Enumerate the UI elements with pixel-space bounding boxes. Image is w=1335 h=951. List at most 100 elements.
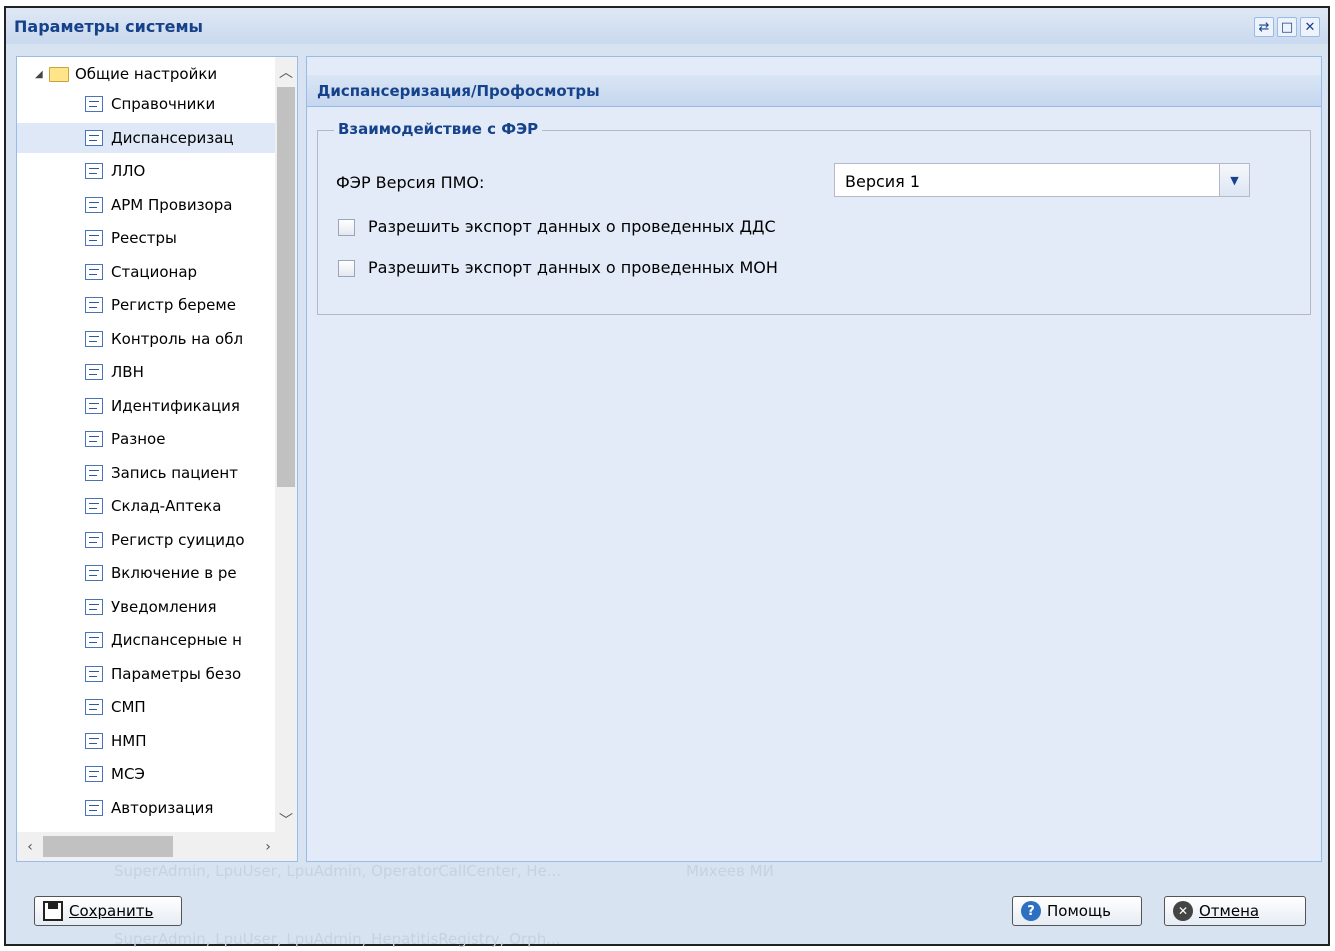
tree-item-label: Разное <box>111 430 166 448</box>
tree-item-label: Справочники <box>111 95 216 113</box>
help-button[interactable]: ? Помощь <box>1012 896 1142 926</box>
tree-item[interactable]: НМП <box>17 726 275 756</box>
settings-page-icon <box>85 163 103 179</box>
settings-page-icon <box>85 330 103 347</box>
tree-item-label: Включение в ре <box>111 564 237 582</box>
tree-item-label: Уведомления <box>111 597 217 616</box>
settings-page-icon <box>85 498 103 514</box>
tree-item[interactable]: ЛВН <box>17 357 275 387</box>
ghost-user-name: Михеев МИ <box>686 862 774 880</box>
tree-item-label: Регистр суицидо <box>111 530 245 549</box>
tree-item[interactable]: Диспансеризац <box>17 122 275 153</box>
settings-page-icon <box>85 364 103 380</box>
settings-page-icon <box>85 431 103 447</box>
tree-item[interactable]: Запись пациент <box>17 458 275 488</box>
settings-page-icon <box>85 531 103 548</box>
export-mon-checkbox[interactable] <box>338 260 355 277</box>
tree-item[interactable]: Идентификация <box>17 391 275 421</box>
settings-page-icon <box>85 96 103 112</box>
cancel-x-icon: ✕ <box>1173 901 1193 921</box>
fer-interaction-fieldset: Взаимодействие с ФЭР ФЭР Версия ПМО: Вер… <box>317 120 1311 315</box>
tree-item[interactable]: Контроль на обл <box>17 324 275 354</box>
system-parameters-window: Параметры системы ⇄ □ ✕ ◢ Общие настройк… <box>4 6 1330 948</box>
tree-item[interactable]: Склад-Аптека <box>17 491 275 521</box>
collapse-triangle-icon[interactable]: ◢ <box>35 69 43 80</box>
tree-item[interactable]: Диспансерные н <box>17 625 275 655</box>
tree-item[interactable]: Стационар <box>17 257 275 287</box>
folder-icon <box>49 67 69 82</box>
settings-panel: Диспансеризация/Профосмотры Взаимодейств… <box>306 56 1322 862</box>
settings-page-icon <box>85 699 103 715</box>
tree-item-label: Контроль на обл <box>111 329 244 348</box>
settings-tree: ◢ Общие настройки Справочники Диспансериз… <box>16 56 298 862</box>
fer-version-label: ФЭР Версия ПМО: <box>336 173 485 192</box>
cancel-button[interactable]: ✕ Отмена <box>1164 896 1306 926</box>
tree-item[interactable]: Включение в ре <box>17 558 275 588</box>
tree-item-label: Склад-Аптека <box>111 497 222 515</box>
tree-item-label: СМП <box>111 698 146 716</box>
tree-item[interactable]: МСЭ <box>17 759 275 789</box>
settings-page-icon <box>85 196 103 213</box>
tree-item[interactable]: Регистр береме <box>17 290 275 320</box>
restore-icon[interactable]: ⇄ <box>1254 17 1274 37</box>
tree-item-label: Запись пациент <box>111 463 238 482</box>
settings-page-icon <box>85 732 103 749</box>
settings-page-icon <box>85 565 103 581</box>
tree-item[interactable]: АРМ Провизора <box>17 190 275 220</box>
tree-item[interactable]: Регистр суицидо <box>17 525 275 555</box>
tree-item-label: Авторизация <box>111 798 214 817</box>
tree-item-label: НМП <box>111 731 147 750</box>
settings-page-icon <box>85 632 103 648</box>
tree-item[interactable]: Разное <box>17 424 275 454</box>
tree-item[interactable]: СМП <box>17 692 275 722</box>
settings-page-icon <box>85 263 103 280</box>
tree-horizontal-scroll-thumb[interactable] <box>43 836 173 857</box>
maximize-icon[interactable]: □ <box>1277 17 1297 37</box>
cancel-button-label: Отмена <box>1199 902 1260 920</box>
ghost-roles-line-1: SuperAdmin, LpuUser, LpuAdmin, OperatorC… <box>114 862 562 880</box>
tree-item[interactable]: ЛЛО <box>17 156 275 186</box>
close-icon[interactable]: ✕ <box>1300 17 1320 37</box>
tree-item[interactable]: Параметры безо <box>17 659 275 689</box>
settings-page-icon <box>85 297 103 313</box>
tree-item[interactable]: Реестры <box>17 223 275 253</box>
tree-root-label: Общие настройки <box>75 65 218 83</box>
settings-page-icon <box>85 397 103 414</box>
chevron-down-icon[interactable]: ▼ <box>1219 164 1249 196</box>
window-title: Параметры системы <box>14 17 203 36</box>
tree-vertical-scroll-thumb[interactable] <box>277 87 295 487</box>
window-tools: ⇄ □ ✕ <box>1254 17 1320 37</box>
tree-item-label: Реестры <box>111 229 177 247</box>
scroll-right-icon[interactable]: › <box>257 836 279 858</box>
scroll-down-icon[interactable]: ﹀ <box>275 809 297 831</box>
tree-item-label: АРМ Провизора <box>111 195 233 214</box>
tree-item[interactable]: Уведомления <box>17 592 275 622</box>
question-mark-icon: ? <box>1021 901 1041 921</box>
export-mon-label[interactable]: Разрешить экспорт данных о проведенных М… <box>368 258 778 277</box>
save-button-label: Сохранить <box>69 902 154 920</box>
tree-item[interactable]: Справочники <box>17 89 275 119</box>
tree-item-label: Идентификация <box>111 396 240 415</box>
export-dds-label[interactable]: Разрешить экспорт данных о проведенных Д… <box>368 217 776 236</box>
tree-item-label: Регистр береме <box>111 296 236 314</box>
save-button[interactable]: Сохранить <box>34 896 182 926</box>
tree-item-label: Диспансеризац <box>111 128 234 147</box>
scroll-up-icon[interactable]: ︿ <box>275 61 297 83</box>
fer-version-combo[interactable]: Версия 1 ▼ <box>834 163 1250 197</box>
ghost-roles-line-2: SuperAdmin, LpuUser, LpuAdmin, Hepatitis… <box>114 930 561 948</box>
tree-root-general-settings[interactable]: ◢ Общие настройки <box>17 59 275 89</box>
tree-horizontal-scrollbar[interactable]: ‹ › <box>17 832 297 861</box>
settings-page-icon <box>85 230 103 246</box>
settings-page-icon <box>85 598 103 615</box>
panel-header: Диспансеризация/Профосмотры <box>307 75 1321 107</box>
scroll-left-icon[interactable]: ‹ <box>19 836 41 858</box>
fer-version-value: Версия 1 <box>845 172 921 191</box>
settings-page-icon <box>85 665 103 682</box>
tree-item[interactable]: Авторизация <box>17 793 275 823</box>
window-titlebar[interactable]: Параметры системы ⇄ □ ✕ <box>6 8 1328 44</box>
export-dds-checkbox[interactable] <box>338 219 355 236</box>
tree-item-label: ЛЛО <box>111 162 146 180</box>
help-button-label: Помощь <box>1047 902 1111 920</box>
tree-vertical-scrollbar[interactable]: ︿ ﹀ <box>275 57 297 832</box>
tree-item-label: Параметры безо <box>111 664 242 683</box>
